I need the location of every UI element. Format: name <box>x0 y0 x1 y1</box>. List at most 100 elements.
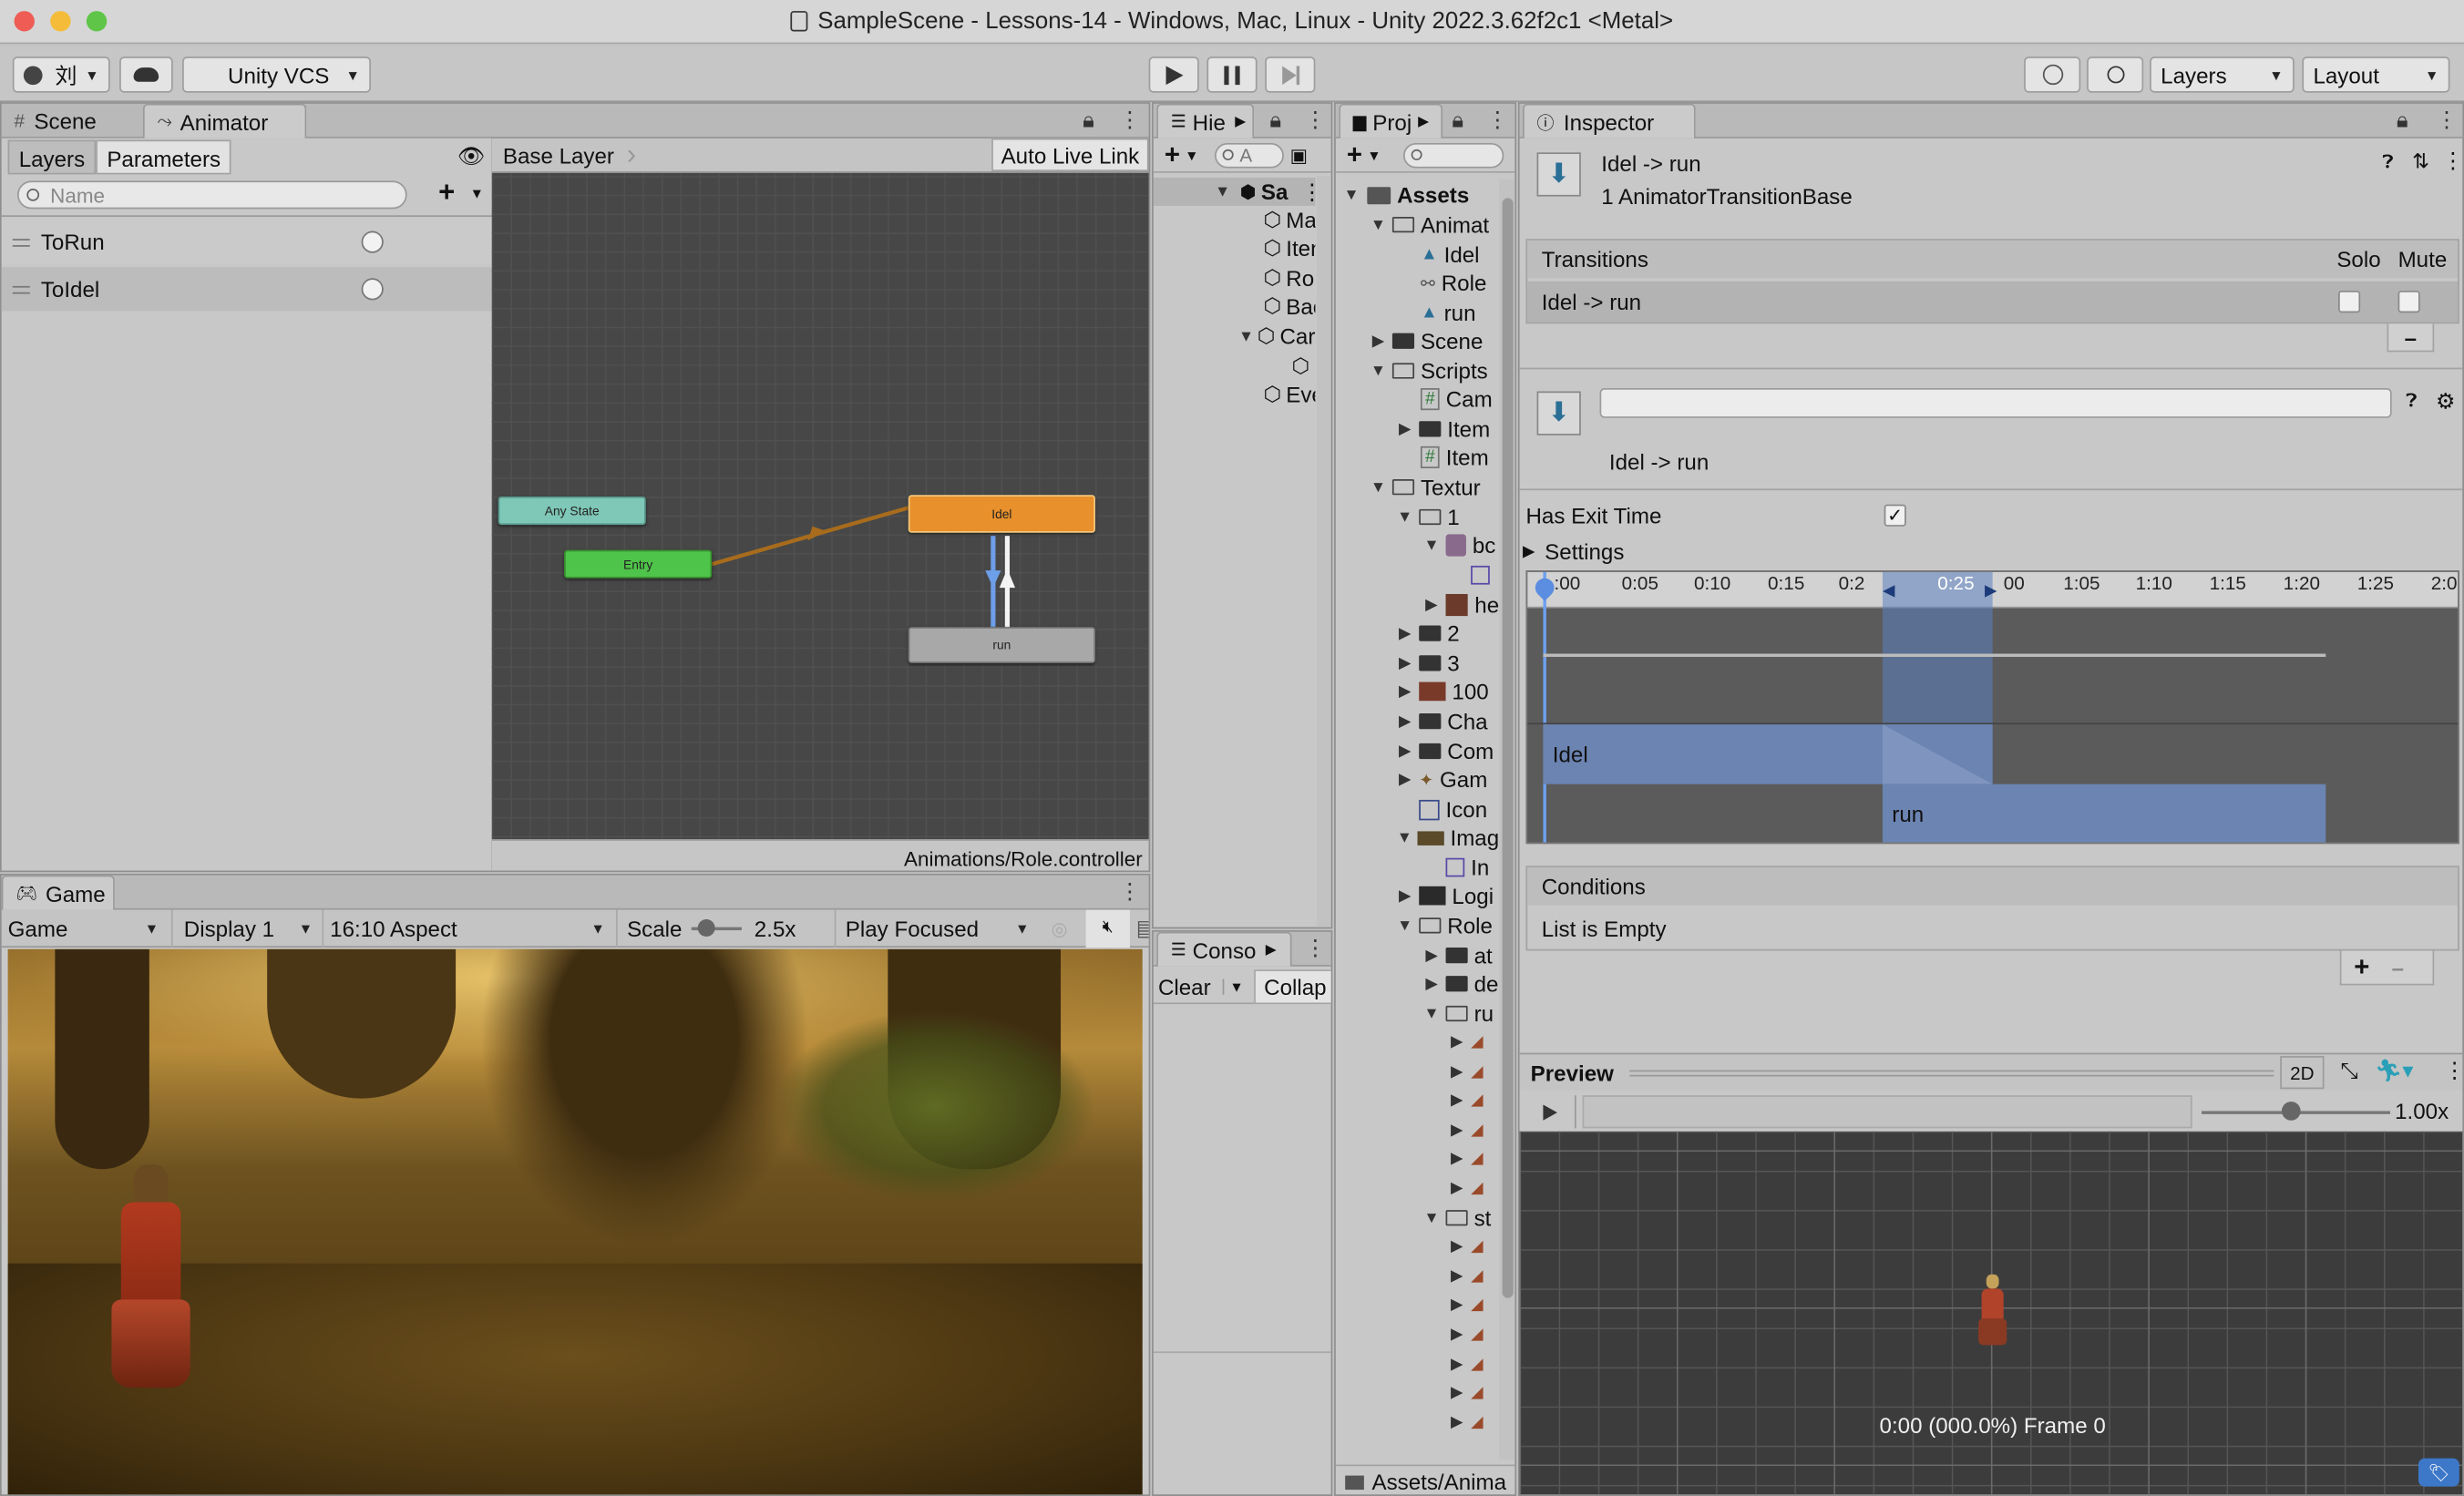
kebab-menu-icon[interactable]: ⋮ <box>2436 107 2458 133</box>
trigger-radio[interactable] <box>361 231 384 253</box>
chevron-right-icon[interactable]: ▶ <box>1394 420 1416 437</box>
settings-foldout[interactable]: ▶ Settings <box>1523 536 1994 567</box>
account-button[interactable]: 刘 ▼ <box>12 56 110 93</box>
transition-start-handle[interactable]: ◀ <box>1883 583 1894 600</box>
parameter-search-field[interactable]: Name <box>16 180 407 210</box>
chevron-right-icon[interactable]: ▶ <box>1394 625 1416 642</box>
help-icon[interactable]: ❓︎ <box>2406 390 2417 414</box>
tab-console[interactable]: ☰ Conso ▶ <box>1156 931 1292 967</box>
project-item[interactable]: ▶ ◢ <box>1336 1262 1499 1290</box>
project-item[interactable]: ▼ Role <box>1336 911 1499 939</box>
help-icon[interactable]: ❓︎ <box>2382 151 2393 175</box>
avatar-preview-icon[interactable]: 🏃︎▾ <box>2375 1058 2428 1088</box>
scene-visibility-icon[interactable]: ▣ <box>1290 144 1309 166</box>
preview-timeline-bar[interactable] <box>1582 1095 2192 1129</box>
transition-timeline[interactable]: :00 0:05 0:10 0:15 0:2 0:25 00 1:05 1:10… <box>1525 570 2459 845</box>
kebab-menu-icon[interactable]: ⋮ <box>1304 107 1326 133</box>
preview-speed-thumb[interactable] <box>2281 1102 2301 1121</box>
project-item[interactable]: ▶ ◢ <box>1336 1378 1499 1407</box>
gear-icon[interactable]: ⚙ <box>2436 388 2456 415</box>
add-icon[interactable]: + <box>1347 139 1362 170</box>
kebab-menu-icon[interactable]: ⋮ <box>2442 148 2462 174</box>
kebab-menu-icon[interactable]: ⋮ <box>1119 107 1141 133</box>
chevron-down-icon[interactable]: ▼ <box>1421 1209 1442 1226</box>
hierarchy-item[interactable]: ⬡Role <box>1154 264 1315 292</box>
tab-parameters[interactable]: Parameters <box>96 139 232 175</box>
add-condition-button[interactable]: + <box>2354 951 2369 982</box>
lock-icon[interactable]: 🔒︎ <box>1083 107 1094 133</box>
frame-debugger-icon[interactable]: ◎ <box>1052 917 1068 938</box>
hierarchy-item[interactable]: ⬡Bac <box>1154 292 1315 321</box>
chevron-down-icon[interactable]: ▼ <box>1394 917 1416 934</box>
tab-scene[interactable]: # Scene <box>2 104 140 138</box>
hierarchy-item[interactable]: ⬡I <box>1154 352 1316 380</box>
pause-button[interactable] <box>1206 56 1258 93</box>
chevron-right-icon[interactable]: ▶ <box>1421 597 1442 614</box>
chevron-down-icon[interactable]: ▼ <box>470 186 484 201</box>
chevron-right-icon[interactable]: ▶ <box>1446 1296 1468 1313</box>
project-item[interactable]: ▶ at <box>1336 941 1499 969</box>
kebab-menu-icon[interactable]: ⋮ <box>1119 878 1141 905</box>
chevron-right-icon[interactable]: ▶ <box>1394 743 1416 760</box>
scale-slider[interactable]: Scale 2.5x <box>616 908 830 948</box>
transition-name-field[interactable] <box>1599 388 2392 418</box>
lock-icon[interactable]: 🔒︎ <box>1452 107 1463 133</box>
project-item[interactable]: ▶ ◢ <box>1336 1290 1499 1318</box>
chevron-right-icon[interactable]: ▶ <box>1394 771 1416 788</box>
project-item[interactable]: ▼ Animat <box>1336 210 1499 239</box>
preview-play-button[interactable] <box>1525 1095 1576 1129</box>
hierarchy-item[interactable]: ⬡Eve <box>1154 380 1315 408</box>
kebab-menu-icon[interactable]: ⋮ <box>1486 107 1508 133</box>
play-focused-dropdown[interactable]: Play Focused ▼ <box>834 908 1036 948</box>
hierarchy-search-input[interactable]: A <box>1214 142 1284 168</box>
chevron-right-icon[interactable]: ▶ <box>1446 1326 1468 1343</box>
chevron-down-icon[interactable]: ▼ <box>1185 147 1198 162</box>
preview-header[interactable]: Preview 2D ⤡ 🏃︎▾ ⋮ <box>1519 1052 2463 1091</box>
history-button[interactable] <box>2024 56 2081 93</box>
kebab-menu-icon[interactable]: ⋮ <box>1301 179 1316 205</box>
project-item[interactable]: ▼ Textur <box>1336 473 1499 501</box>
hierarchy-item[interactable]: ⬡ Ma <box>1154 206 1315 234</box>
tab-inspector[interactable]: ⓘ Inspector <box>1523 103 1696 138</box>
hierarchy-item[interactable]: ⬡Iten <box>1154 234 1315 262</box>
chevron-right-icon[interactable]: ▶ <box>1446 1091 1468 1109</box>
chevron-right-icon[interactable]: ▶ <box>1446 1122 1468 1139</box>
project-item[interactable]: ▶ 100 <box>1336 677 1499 705</box>
tab-layers[interactable]: Layers <box>7 139 97 175</box>
project-item[interactable]: ▶ ◢ <box>1336 1028 1499 1056</box>
kebab-menu-icon[interactable]: ⋮ <box>2444 1058 2463 1084</box>
search-button[interactable] <box>2087 56 2144 93</box>
project-item[interactable]: ▶ ◢ <box>1336 1173 1499 1202</box>
tab-project[interactable]: ▆ Proj ▶ <box>1339 103 1443 138</box>
node-any-state[interactable]: Any State <box>498 497 646 526</box>
transition-list-item[interactable]: Idel -> run <box>1527 281 2459 323</box>
chevron-right-icon[interactable]: ▶ <box>1446 1063 1468 1081</box>
display-dropdown[interactable]: Display 1 ▼ <box>170 908 319 948</box>
scrollbar-thumb[interactable] <box>1502 198 1514 1298</box>
step-button[interactable] <box>1265 56 1316 93</box>
chevron-right-icon[interactable]: ▶ <box>1446 1237 1468 1255</box>
chevron-down-icon[interactable]: ▼ <box>1367 478 1389 496</box>
chevron-right-icon[interactable]: ▶ <box>1421 947 1442 964</box>
tab-hierarchy[interactable]: ☰ Hie ▶ <box>1156 103 1255 138</box>
add-parameter-button[interactable]: + <box>438 176 455 209</box>
project-item[interactable]: ▶ ◢ <box>1336 1232 1499 1260</box>
chevron-down-icon[interactable]: ▼ <box>1367 363 1389 380</box>
add-icon[interactable]: + <box>1165 139 1180 170</box>
project-item[interactable]: ▶ he <box>1336 591 1499 620</box>
clear-options-dropdown[interactable]: ▼ <box>1223 978 1247 994</box>
trigger-radio[interactable] <box>361 278 384 301</box>
chevron-right-icon[interactable]: ▶ <box>1446 1150 1468 1167</box>
solo-checkbox[interactable] <box>2338 291 2361 313</box>
lock-icon[interactable]: 🔒︎ <box>1269 107 1281 133</box>
scale-thumb[interactable] <box>697 918 715 937</box>
asset-labels-icon[interactable]: 🏷︎ <box>2418 1458 2459 1487</box>
tab-game[interactable]: 🎮︎ Game <box>1 875 115 910</box>
preview-2d-toggle[interactable]: 2D <box>2280 1056 2325 1090</box>
eye-icon[interactable]: 👁︎ <box>457 143 486 169</box>
project-item[interactable]: ▶ ◢ <box>1336 1144 1499 1173</box>
chevron-down-icon[interactable]: ▼ <box>1238 328 1254 345</box>
hierarchy-scene-row[interactable]: ▼ ⬢ Sa ⋮ <box>1153 177 1316 206</box>
chevron-down-icon[interactable]: ▼ <box>1340 186 1362 203</box>
layout-dropdown[interactable]: Layout ▼ <box>2302 56 2450 93</box>
